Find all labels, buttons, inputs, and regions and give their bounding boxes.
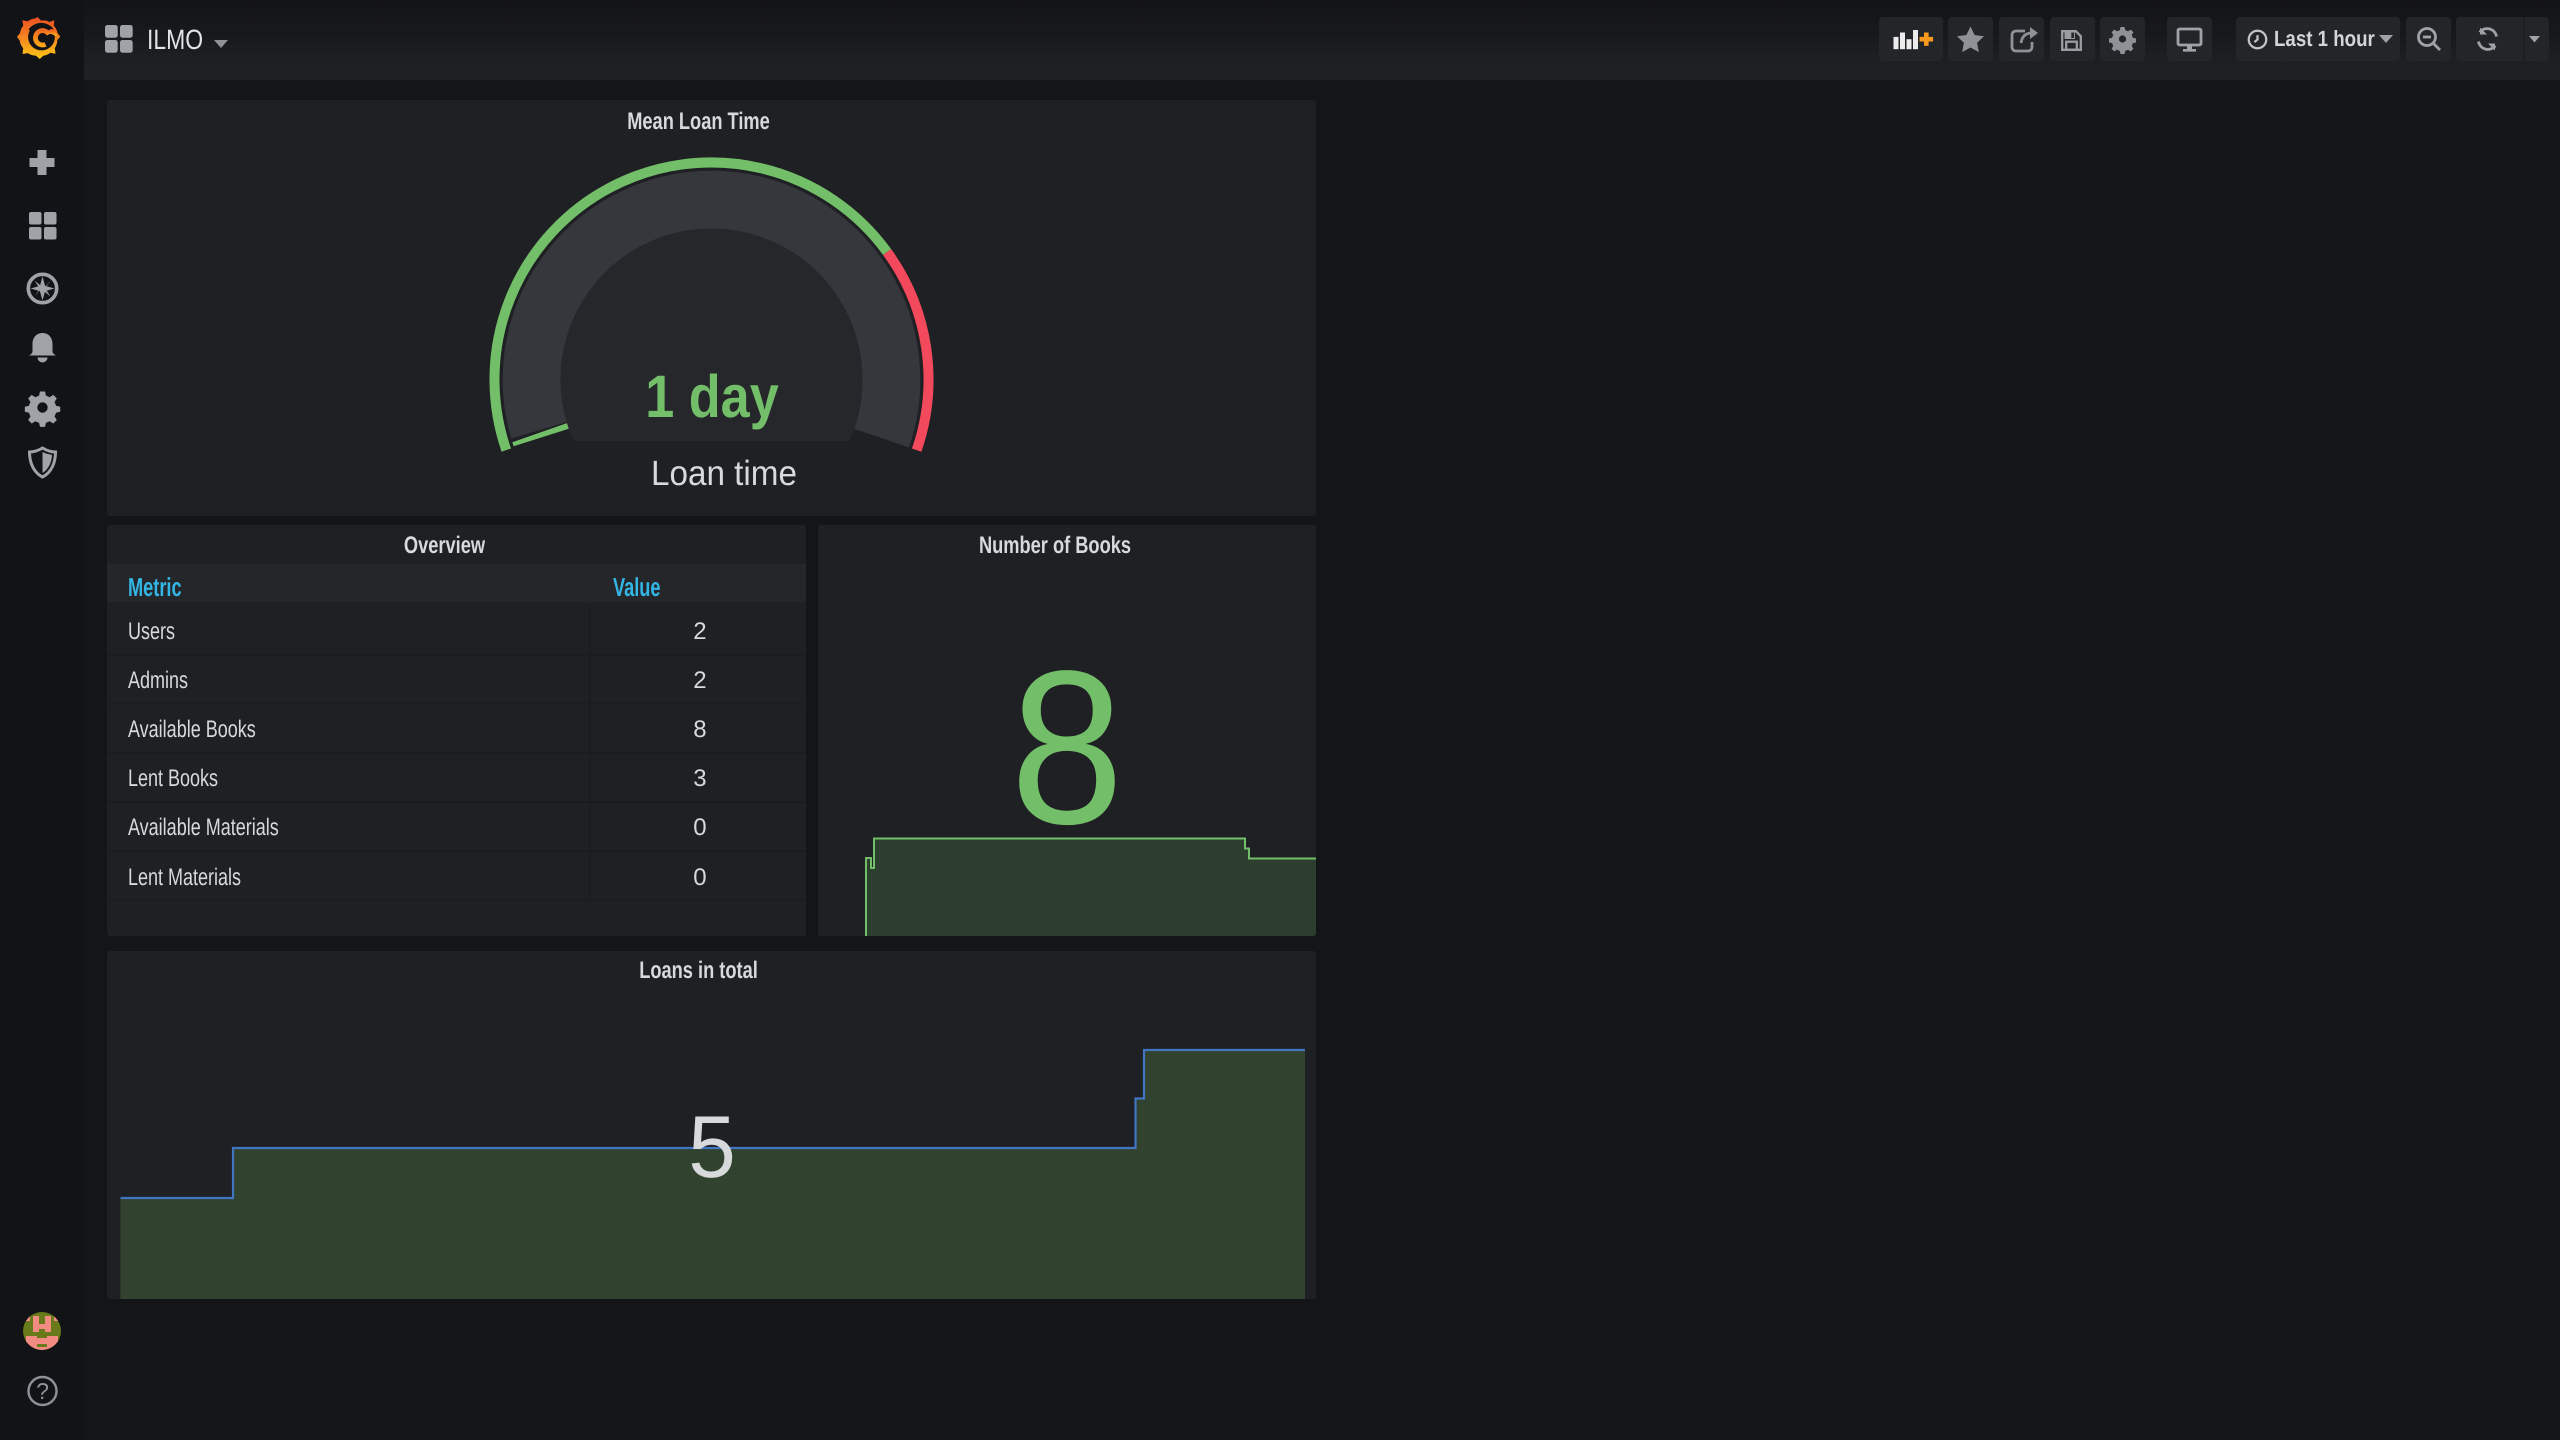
svg-text:?: ?: [36, 1378, 49, 1404]
